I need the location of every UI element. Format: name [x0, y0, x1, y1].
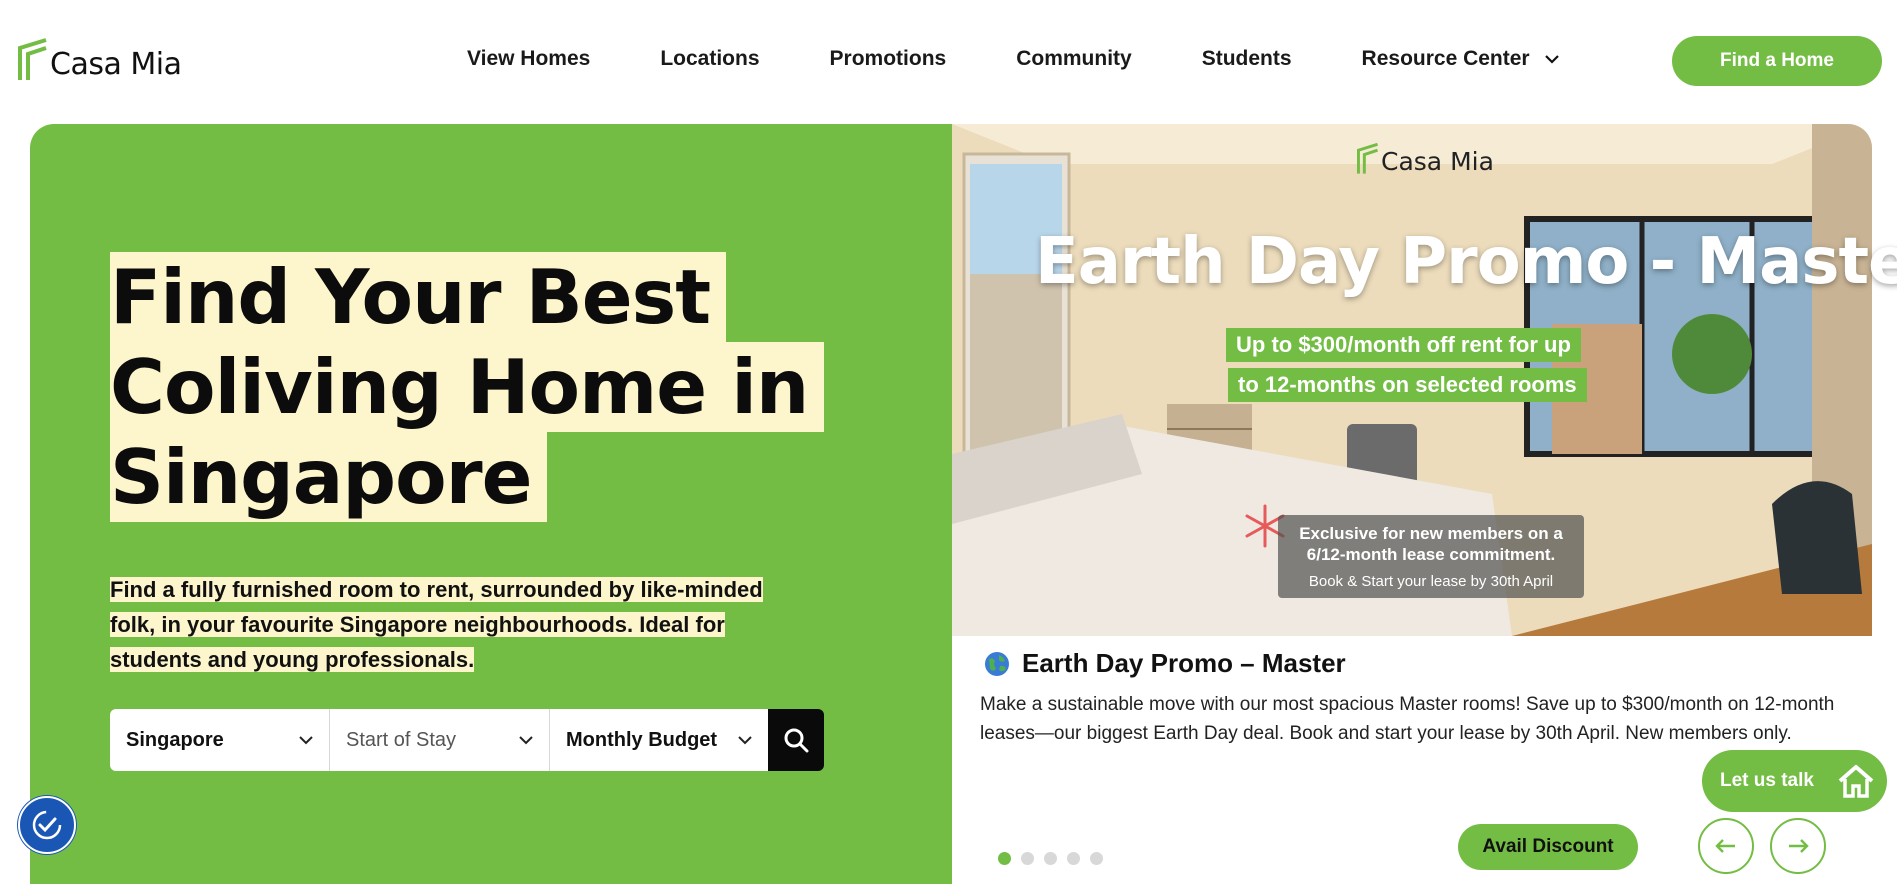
search-button[interactable] — [768, 709, 824, 771]
main-menu: View Homes Locations Promotions Communit… — [467, 47, 1560, 71]
monthly-budget-value: Monthly Budget — [566, 728, 718, 751]
nav-view-homes[interactable]: View Homes — [467, 47, 590, 71]
hero-headline: Find Your Best Coliving Home in Singapor… — [110, 252, 825, 522]
location-select[interactable]: Singapore — [110, 709, 330, 771]
nav-resource-center-label: Resource Center — [1361, 47, 1530, 70]
nav-resource-center[interactable]: Resource Center — [1362, 47, 1560, 71]
subtitle-line-1: Find a fully furnished room to rent, sur… — [110, 577, 763, 602]
hero-subtitle: Find a fully furnished room to rent, sur… — [110, 572, 810, 677]
brand-name: Casa Mia — [50, 47, 182, 82]
start-of-stay-select[interactable]: Start of Stay — [330, 709, 550, 771]
house-icon — [1838, 765, 1874, 798]
chevron-down-icon — [299, 735, 313, 744]
headline-line-2: Coliving Home in — [110, 342, 825, 432]
promo-pill-1: Up to $300/month off rent for up — [1226, 328, 1581, 362]
chevron-down-icon — [519, 735, 533, 744]
carousel-dots — [998, 852, 1103, 865]
chevron-down-icon — [1544, 55, 1559, 64]
subtitle-line-3: students and young professionals. — [110, 647, 475, 672]
carousel-dot[interactable] — [1067, 852, 1080, 865]
subtitle-line-2: folk, in your favourite Singapore neighb… — [110, 612, 725, 637]
chevron-down-icon — [738, 735, 752, 744]
monthly-budget-select[interactable]: Monthly Budget — [550, 709, 768, 771]
nav-community[interactable]: Community — [1016, 47, 1132, 71]
brand-logo[interactable]: Casa Mia — [18, 38, 182, 82]
promo-terms-small: Book & Start your lease by 30th April — [1308, 573, 1554, 590]
promo-pill-2: to 12-months on selected rooms — [1228, 368, 1587, 402]
search-icon — [784, 728, 809, 753]
let-us-talk-button[interactable]: Let us talk — [1702, 750, 1887, 812]
house-logo-icon — [18, 38, 47, 80]
nav-promotions[interactable]: Promotions — [830, 47, 947, 71]
banner-logo-text: Casa Mia — [1381, 147, 1494, 176]
start-of-stay-placeholder: Start of Stay — [346, 728, 457, 751]
banner-logo: Casa Mia — [1357, 142, 1494, 176]
promo-title: Earth Day Promo - Master — [1035, 225, 1897, 299]
hero-panel: Find Your Best Coliving Home in Singapor… — [30, 124, 952, 884]
arrow-right-icon — [1789, 839, 1809, 853]
headline-line-1: Find Your Best — [110, 252, 727, 342]
promo-card-description: Make a sustainable move with our most sp… — [980, 694, 1835, 744]
nav-students[interactable]: Students — [1202, 47, 1292, 71]
let-us-talk-label: Let us talk — [1720, 770, 1814, 791]
arrow-left-icon — [1715, 839, 1735, 853]
accessibility-button[interactable] — [18, 796, 76, 854]
carousel-dot[interactable] — [1021, 852, 1034, 865]
carousel-prev-button[interactable] — [1698, 818, 1754, 874]
carousel-next-button[interactable] — [1770, 818, 1826, 874]
promo-card-title: Earth Day Promo – Master — [984, 648, 1346, 679]
nav-locations[interactable]: Locations — [660, 47, 759, 71]
promo-terms-box: Exclusive for new members on a 6/12-mont… — [1278, 515, 1584, 598]
find-a-home-button[interactable]: Find a Home — [1672, 36, 1882, 86]
carousel-dot[interactable] — [1090, 852, 1103, 865]
carousel-dot[interactable] — [1044, 852, 1057, 865]
headline-line-3: Singapore — [110, 432, 548, 522]
carousel-dot[interactable] — [998, 852, 1011, 865]
earth-globe-icon — [985, 651, 1009, 676]
promo-terms-line-2: 6/12-month lease commitment. — [1306, 545, 1556, 564]
promo-card-title-text: Earth Day Promo – Master — [1022, 648, 1346, 678]
location-value: Singapore — [126, 728, 224, 751]
accessibility-icon — [32, 810, 62, 840]
promo-terms-line-1: Exclusive for new members on a — [1299, 524, 1563, 543]
top-navigation: Casa Mia View Homes Locations Promotions… — [0, 0, 1897, 118]
search-bar: Singapore Start of Stay Monthly Budget — [110, 709, 824, 771]
avail-discount-button[interactable]: Avail Discount — [1458, 824, 1638, 870]
house-logo-icon — [1357, 142, 1378, 174]
